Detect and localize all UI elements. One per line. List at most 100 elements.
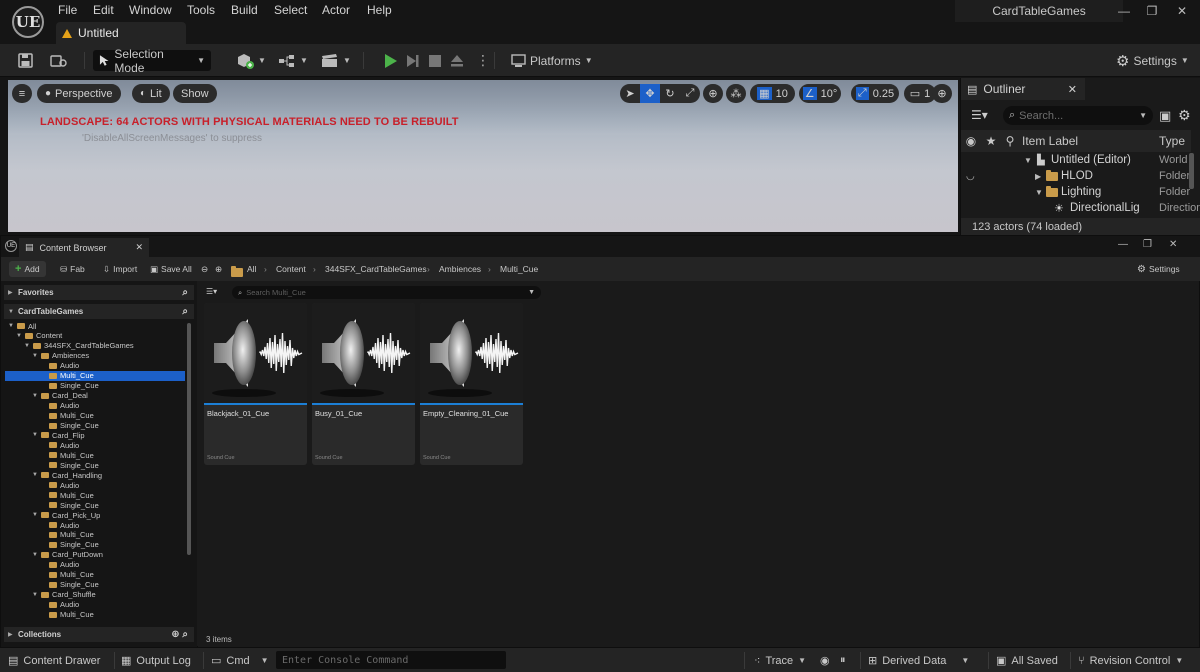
folder-tree-item[interactable]: Audio (5, 480, 185, 490)
folder-tree-item[interactable]: ▼ Card_Shuffle (5, 590, 185, 600)
folder-tree-item[interactable]: Single_Cue (5, 460, 185, 470)
trace-dropdown[interactable]: ⁖ Trace ▼ (754, 652, 806, 669)
expand-arrow-icon[interactable]: ▼ (16, 333, 22, 339)
scale-snap-toggle[interactable]: ⤢ 0.25 (851, 84, 899, 103)
add-folder-icon[interactable]: ▣ (1159, 108, 1171, 124)
outliner-row[interactable]: ☀ DirectionalLig Direction (961, 200, 1200, 216)
pause-icon[interactable]: ⏸ (840, 652, 846, 669)
folder-tree-item[interactable]: Multi_Cue (5, 570, 185, 580)
asset-tile[interactable]: Empty_Cleaning_01_Cue Sound Cue (420, 303, 523, 465)
outliner-row[interactable]: ▼ Lighting Folder (961, 184, 1190, 200)
platforms-button[interactable]: Platforms ▼ (511, 50, 593, 71)
expand-arrow-icon[interactable]: ▼ (1024, 156, 1032, 165)
blueprint-button[interactable]: ▼ (278, 50, 308, 71)
gear-icon[interactable]: ⚙ (1178, 107, 1191, 124)
show-button[interactable]: Show (173, 84, 217, 103)
eye-icon[interactable]: ◉ (961, 134, 981, 148)
back-arrow-icon[interactable]: ⊖ (201, 264, 208, 275)
viewport-menu-icon[interactable]: ≡ (12, 84, 32, 103)
select-tool-icon[interactable]: ➤ (620, 84, 640, 103)
expand-arrow-icon[interactable]: ▼ (32, 393, 38, 399)
search-icon[interactable]: ⌕ (182, 287, 188, 298)
folder-tree-item[interactable]: Single_Cue (5, 421, 185, 431)
hidden-eye-icon[interactable]: ◡ (966, 171, 975, 182)
content-browser-tab[interactable]: ▤ Content Browser ✕ (19, 238, 149, 257)
folder-tree-item[interactable]: Audio (5, 600, 185, 610)
folder-tree-item[interactable]: Multi_Cue (5, 370, 185, 381)
menu-tools[interactable]: Tools (187, 3, 215, 17)
all-saved-button[interactable]: ▣ All Saved (996, 652, 1058, 669)
level-tab[interactable]: Untitled (56, 22, 186, 44)
save-icon[interactable] (18, 50, 33, 71)
favorites-section[interactable]: ▶ Favorites ⌕ (4, 285, 194, 300)
browse-level-icon[interactable] (50, 50, 68, 71)
menu-help[interactable]: Help (367, 3, 392, 17)
folder-tree-item[interactable]: Audio (5, 401, 185, 411)
breadcrumb-multi-cue[interactable]: Multi_Cue (500, 264, 538, 274)
minimize-button[interactable]: — (1112, 4, 1136, 20)
close-button[interactable]: ✕ (1169, 239, 1177, 250)
folder-tree-item[interactable]: ▼ Ambiences (5, 351, 185, 361)
surface-snap-icon[interactable]: ⁂ (726, 84, 746, 103)
scale-tool-icon[interactable]: ⤢ (680, 84, 700, 103)
forward-arrow-icon[interactable]: ⊕ (215, 264, 222, 275)
close-tab-icon[interactable]: ✕ (1068, 83, 1077, 96)
breadcrumb-content[interactable]: Content (276, 264, 306, 274)
filter-icon[interactable]: ☰▾ (206, 287, 217, 296)
maximize-button[interactable]: ❐ (1143, 239, 1152, 250)
settings-button[interactable]: ⚙ Settings ▼ (1116, 50, 1189, 71)
close-tab-icon[interactable]: ✕ (135, 242, 143, 253)
outliner-scrollbar[interactable] (1189, 153, 1194, 189)
cmd-dropdown[interactable]: ▭ Cmd ▼ (211, 652, 269, 669)
fab-button[interactable]: ⛁ Fab (60, 261, 85, 277)
expand-arrow-icon[interactable]: ▼ (1035, 188, 1043, 197)
folder-tree-item[interactable]: Single_Cue (5, 540, 185, 550)
maximize-button[interactable]: ❐ (1140, 4, 1164, 20)
outliner-tab[interactable]: ▤ Outliner ✕ (961, 78, 1085, 100)
expand-arrow-icon[interactable]: ▼ (32, 512, 38, 518)
close-button[interactable]: ✕ (1170, 4, 1194, 20)
menu-window[interactable]: Window (129, 3, 172, 17)
import-button[interactable]: ⇩ Import (103, 261, 137, 277)
folder-tree-item[interactable]: Multi_Cue (5, 411, 185, 421)
star-icon[interactable]: ★ (981, 134, 1001, 148)
expand-arrow-icon[interactable]: ▼ (32, 592, 38, 598)
folder-tree-item[interactable]: ▼ Card_Handling (5, 470, 185, 480)
eject-button[interactable] (450, 50, 464, 71)
folder-tree-item[interactable]: ▼ Card_Flip (5, 430, 185, 440)
add-button[interactable]: + Add (9, 261, 46, 277)
folder-tree-item[interactable]: Audio (5, 361, 185, 371)
selection-mode-dropdown[interactable]: Selection Mode ▼ (93, 47, 211, 75)
folder-tree-item[interactable]: ▼ Content (5, 331, 185, 341)
filter-icon[interactable]: ☰▾ (971, 108, 988, 122)
item-label-column[interactable]: Item Label (1019, 134, 1139, 148)
outliner-search-input[interactable]: ⌕ Search... ▼ (1003, 106, 1153, 125)
breadcrumb-344sfx[interactable]: 344SFX_CardTableGames (325, 264, 427, 274)
expand-arrow-icon[interactable]: ▼ (32, 552, 38, 558)
breadcrumb-ambiences[interactable]: Ambiences (439, 264, 481, 274)
menu-build[interactable]: Build (231, 3, 258, 17)
perspective-button[interactable]: ● Perspective (37, 84, 121, 103)
asset-tile[interactable]: Busy_01_Cue Sound Cue (312, 303, 415, 465)
content-drawer-button[interactable]: ▤ Content Drawer (8, 652, 100, 669)
folder-tree-item[interactable]: ▼ All (5, 321, 185, 331)
translate-tool-icon[interactable]: ✥ (640, 84, 660, 103)
revision-control-dropdown[interactable]: ⑂ Revision Control ▼ (1078, 652, 1183, 669)
add-collection-icon[interactable]: ⊕ ⌕ (171, 629, 188, 640)
play-button[interactable] (384, 50, 398, 71)
pin-icon[interactable]: ⚲ (1001, 134, 1019, 148)
stop-button[interactable] (429, 50, 441, 71)
type-column[interactable]: Type (1139, 134, 1185, 148)
lit-button[interactable]: ◐ Lit (132, 84, 170, 103)
folder-tree-item[interactable]: Multi_Cue (5, 490, 185, 500)
expand-arrow-icon[interactable]: ▼ (32, 472, 38, 478)
folder-tree-item[interactable]: ▼ Card_Pick_Up (5, 510, 185, 520)
cb-settings-button[interactable]: ⚙ Settings (1137, 261, 1180, 277)
record-icon[interactable]: ◉ (820, 652, 830, 669)
breadcrumb-all[interactable]: All (247, 264, 256, 274)
search-icon[interactable]: ⌕ (182, 306, 188, 317)
unreal-logo-icon[interactable]: UE (12, 6, 44, 38)
expand-arrow-icon[interactable]: ▼ (32, 432, 38, 438)
folder-tree-item[interactable]: Multi_Cue (5, 530, 185, 540)
minimize-button[interactable]: — (1118, 239, 1128, 250)
